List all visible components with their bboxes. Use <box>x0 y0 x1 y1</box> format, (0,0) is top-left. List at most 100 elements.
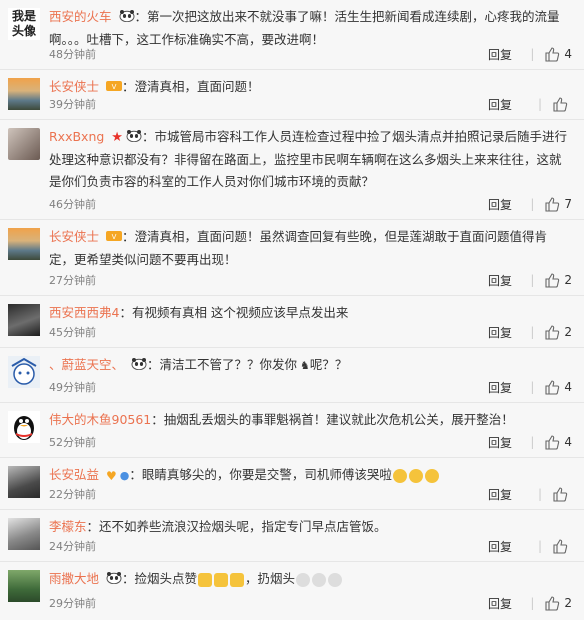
username[interactable]: 西安的火车 <box>49 9 112 24</box>
heart-icon: ♥ <box>106 468 117 483</box>
svg-text:V: V <box>112 233 117 241</box>
comment-text: ：抽烟乱丢烟头的事罪魁祸首！建议就此次危机公关，展开整治！ <box>151 412 514 427</box>
like-button[interactable]: | 2 <box>530 324 572 340</box>
comment-list: 我是头像 西安的火车 ：第一次把这放出来不就没事了嘛！活生生把新闻看成连续剧，心… <box>0 0 584 618</box>
timestamp: 46分钟前 <box>49 198 96 211</box>
like-button[interactable]: | 4 <box>530 379 572 395</box>
like-button[interactable]: | 4 <box>530 434 572 450</box>
vip-badge-icon: V <box>106 227 122 249</box>
timestamp: 29分钟前 <box>49 597 96 610</box>
username[interactable]: RxxBxng <box>49 129 104 144</box>
panda-icon <box>119 7 135 29</box>
opera-mask-icon <box>11 357 37 385</box>
comment-text-end: ，扔烟头 <box>245 571 296 586</box>
reply-button[interactable]: 回复 <box>488 539 512 555</box>
avatar[interactable]: 我是头像 <box>8 8 40 40</box>
like-count: 2 <box>564 596 572 610</box>
laugh-cry-emoji-icon <box>424 468 439 483</box>
username[interactable]: 、蔚蓝天空、 <box>49 357 124 372</box>
like-button[interactable]: | 2 <box>530 595 572 611</box>
reply-button[interactable]: 回复 <box>488 435 512 451</box>
avatar[interactable] <box>8 570 40 602</box>
like-count: 4 <box>564 435 572 449</box>
crying-emoji-icon <box>296 572 311 587</box>
avatar-text: 我是头像 <box>11 9 36 38</box>
timestamp: 24分钟前 <box>49 540 96 553</box>
timestamp: 39分钟前 <box>49 98 96 111</box>
username[interactable]: 长安弘益 <box>49 467 99 482</box>
username[interactable]: 西安西西弗4 <box>49 305 119 320</box>
timestamp: 27分钟前 <box>49 274 96 287</box>
panda-icon <box>126 127 142 149</box>
comment-item: 李檬东：还不如养些流浪汉捡烟头呢，指定专门早点店管饭。 24分钟前 回复 | <box>0 510 584 562</box>
reply-button[interactable]: 回复 <box>488 47 512 63</box>
avatar[interactable] <box>8 78 40 110</box>
thumbs-up-icon <box>545 197 560 212</box>
comment-item: 、蔚蓝天空、 ：清洁工不管了？？你发你 ♞呢？？ 49分钟前 回复 | 4 <box>0 348 584 403</box>
username[interactable]: 长安侠士 <box>49 229 99 244</box>
comment-text: ：有视频有真相 这个视频应该早点发出来 <box>119 305 349 320</box>
username[interactable]: 伟大的木鱼90561 <box>49 412 151 427</box>
horse-emoji-icon: ♞ <box>300 358 310 372</box>
reply-button[interactable]: 回复 <box>488 97 512 113</box>
avatar[interactable] <box>8 518 40 550</box>
thumbs-up-icon <box>545 47 560 62</box>
laugh-cry-emoji-icon <box>408 468 423 483</box>
comment-text: ：澄清真相，直面问题！虽然调查回复有些晚，但是莲湖敢于直面问题值得肯定，更希望类… <box>49 229 548 267</box>
like-count: 4 <box>564 47 572 61</box>
timestamp: 45分钟前 <box>49 326 96 339</box>
thumbs-up-icon <box>545 273 560 288</box>
thumbs-up-emoji-icon <box>214 572 229 587</box>
thumbs-up-icon <box>545 325 560 340</box>
comment-item: 伟大的木鱼90561：抽烟乱丢烟头的事罪魁祸首！建议就此次危机公关，展开整治！ … <box>0 403 584 458</box>
thumbs-up-emoji-icon <box>230 572 245 587</box>
like-button[interactable]: | 2 <box>530 272 572 288</box>
panda-icon <box>131 355 147 377</box>
username[interactable]: 李檬东 <box>49 519 87 534</box>
crying-emoji-icon <box>328 572 343 587</box>
vip-badge-icon: V <box>106 77 122 99</box>
thumbs-up-icon <box>545 596 560 611</box>
like-button[interactable]: | <box>538 486 572 502</box>
svg-text:V: V <box>112 83 117 91</box>
comment-item: 我是头像 西安的火车 ：第一次把这放出来不就没事了嘛！活生生把新闻看成连续剧，心… <box>0 0 584 70</box>
star-icon: ★ <box>111 129 123 145</box>
like-button[interactable]: | <box>538 96 572 112</box>
thumbs-up-icon <box>545 380 560 395</box>
comment-item: 西安西西弗4：有视频有真相 这个视频应该早点发出来 45分钟前 回复 | 2 <box>0 296 584 348</box>
comment-item: 长安弘益 ♥ ●：眼睛真够尖的，你要是交警，司机师傅该哭啦 22分钟前 回复 | <box>0 458 584 510</box>
thumbs-up-icon <box>553 97 568 112</box>
avatar[interactable] <box>8 411 40 443</box>
like-count: 4 <box>564 380 572 394</box>
reply-button[interactable]: 回复 <box>488 487 512 503</box>
comment-text: ：澄清真相，直面问题！ <box>122 79 260 94</box>
timestamp: 22分钟前 <box>49 488 96 501</box>
comment-text: ：捡烟头点赞 <box>122 571 198 586</box>
username[interactable]: 长安侠士 <box>49 79 99 94</box>
crying-emoji-icon <box>312 572 327 587</box>
penguin-icon <box>14 416 34 440</box>
reply-button[interactable]: 回复 <box>488 596 512 612</box>
like-button[interactable]: | <box>538 538 572 554</box>
like-button[interactable]: | 7 <box>530 196 572 212</box>
reply-button[interactable]: 回复 <box>488 380 512 396</box>
bulb-icon: ● <box>119 468 130 482</box>
username[interactable]: 雨撒大地 <box>49 571 99 586</box>
comment-text: ：还不如养些流浪汉捡烟头呢，指定专门早点店管饭。 <box>86 519 387 534</box>
avatar[interactable] <box>8 356 40 388</box>
timestamp: 48分钟前 <box>49 48 96 61</box>
comment-text-end: 呢？？ <box>309 357 348 372</box>
comment-item: 雨撒大地 ：捡烟头点赞 ，扔烟头 29分钟前 回复 | 2 <box>0 562 584 618</box>
avatar[interactable] <box>8 228 40 260</box>
thumbs-up-icon <box>553 539 568 554</box>
avatar[interactable] <box>8 128 40 160</box>
comment-item: 长安侠士 V ：澄清真相，直面问题！虽然调查回复有些晚，但是莲湖敢于直面问题值得肯… <box>0 220 584 296</box>
reply-button[interactable]: 回复 <box>488 325 512 341</box>
reply-button[interactable]: 回复 <box>488 197 512 213</box>
avatar[interactable] <box>8 466 40 498</box>
like-button[interactable]: | 4 <box>530 46 572 62</box>
avatar[interactable] <box>8 304 40 336</box>
like-count: 2 <box>564 325 572 339</box>
thumbs-up-emoji-icon <box>198 572 213 587</box>
reply-button[interactable]: 回复 <box>488 273 512 289</box>
